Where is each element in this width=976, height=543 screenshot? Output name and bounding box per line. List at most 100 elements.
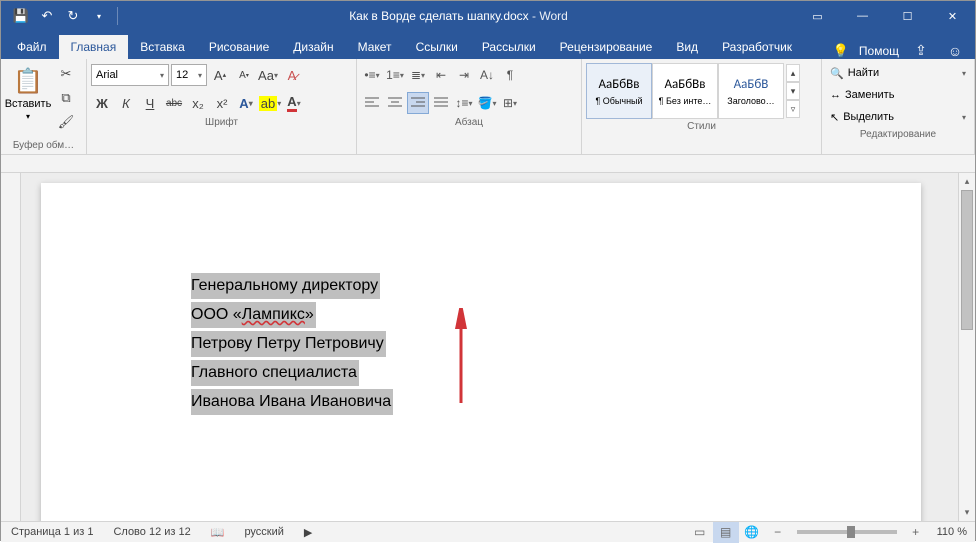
show-marks-icon[interactable]: ¶ [499, 64, 521, 86]
quick-access-toolbar: 💾 ↶ ↻ ▾ [1, 4, 122, 28]
page[interactable]: Генеральному директору ООО «Лампикс» Пет… [41, 183, 921, 521]
save-icon[interactable]: 💾 [9, 4, 33, 28]
format-painter-icon[interactable]: 🖌 [55, 111, 77, 133]
tab-developer[interactable]: Разработчик [710, 35, 804, 59]
change-case-icon[interactable]: Aa▾ [257, 64, 279, 86]
bold-button[interactable]: Ж [91, 92, 113, 114]
group-clipboard: 📋 Вставить ▾ ✂ ⧉ 🖌 Буфер обм… [1, 59, 87, 154]
zoom-slider[interactable] [797, 530, 897, 534]
tell-me-label[interactable]: Помощ [859, 44, 899, 58]
styles-up-icon[interactable]: ▴ [786, 64, 800, 82]
scroll-thumb[interactable] [961, 190, 973, 330]
styles-more-icon[interactable]: ▿ [786, 100, 800, 118]
tab-references[interactable]: Ссылки [404, 35, 470, 59]
status-words[interactable]: Слово 12 из 12 [103, 522, 200, 542]
subscript-button[interactable]: x₂ [187, 92, 209, 114]
font-color-icon[interactable]: A▾ [283, 92, 305, 114]
strike-button[interactable]: abc [163, 92, 185, 114]
status-bar: Страница 1 из 1 Слово 12 из 12 📖 русский… [1, 521, 975, 542]
zoom-value[interactable]: 110 % [929, 526, 975, 538]
status-macro-icon[interactable]: ▶ [294, 522, 322, 542]
align-center-icon[interactable] [384, 92, 406, 114]
tab-draw[interactable]: Рисование [197, 35, 281, 59]
cut-icon[interactable]: ✂ [55, 63, 77, 85]
paste-button[interactable]: 📋 Вставить ▾ [5, 61, 51, 127]
font-size-dropdown[interactable]: 12▾ [171, 64, 207, 86]
tab-home[interactable]: Главная [59, 35, 129, 59]
zoom-thumb[interactable] [847, 526, 855, 538]
numbering-icon[interactable]: 1≡▾ [384, 64, 406, 86]
horizontal-ruler[interactable] [1, 155, 975, 173]
shading-icon[interactable]: 🪣▾ [476, 92, 498, 114]
status-proofing-icon[interactable]: 📖 [201, 522, 235, 542]
spell-error[interactable]: Лампикс [242, 306, 305, 323]
tab-mailings[interactable]: Рассылки [470, 35, 548, 59]
share-icon[interactable]: ⇪ [909, 42, 933, 59]
italic-button[interactable]: К [115, 92, 137, 114]
tab-view[interactable]: Вид [664, 35, 710, 59]
window-controls: ▭ — ☐ ✕ [795, 1, 975, 31]
tab-layout[interactable]: Макет [346, 35, 404, 59]
align-right-icon[interactable] [407, 92, 429, 114]
scroll-up-icon[interactable]: ▴ [959, 173, 975, 190]
ribbon-options-icon[interactable]: ▭ [795, 1, 840, 31]
shrink-font-icon[interactable]: A▾ [233, 64, 255, 86]
sort-icon[interactable]: A↓ [476, 64, 498, 86]
borders-icon[interactable]: ⊞▾ [499, 92, 521, 114]
qat-customize-icon[interactable]: ▾ [87, 4, 111, 28]
status-language[interactable]: русский [234, 522, 293, 542]
decrease-indent-icon[interactable]: ⇤ [430, 64, 452, 86]
copy-icon[interactable]: ⧉ [55, 87, 77, 109]
styles-down-icon[interactable]: ▾ [786, 82, 800, 100]
doc-line-1[interactable]: Генеральному директору [191, 273, 380, 299]
feedback-icon[interactable]: ☺ [943, 43, 967, 59]
multilevel-icon[interactable]: ≣▾ [407, 64, 429, 86]
status-page[interactable]: Страница 1 из 1 [1, 522, 103, 542]
tab-file[interactable]: Файл [5, 35, 59, 59]
style-normal[interactable]: АаБбВв ¶ Обычный [586, 63, 652, 119]
style-heading1[interactable]: АаБбВ Заголово… [718, 63, 784, 119]
view-read-icon[interactable]: ▭ [687, 522, 713, 543]
doc-line-4[interactable]: Главного специалиста [191, 360, 359, 386]
document-area[interactable]: Генеральному директору ООО «Лампикс» Пет… [21, 173, 958, 521]
zoom-out-icon[interactable]: − [765, 522, 791, 543]
superscript-button[interactable]: x² [211, 92, 233, 114]
maximize-icon[interactable]: ☐ [885, 1, 930, 31]
vertical-scrollbar[interactable]: ▴ ▾ [958, 173, 975, 521]
scroll-track[interactable] [959, 190, 975, 504]
grow-font-icon[interactable]: A▴ [209, 64, 231, 86]
scroll-down-icon[interactable]: ▾ [959, 504, 975, 521]
view-web-icon[interactable]: 🌐 [739, 522, 765, 543]
bullets-icon[interactable]: •≡▾ [361, 64, 383, 86]
line-spacing-icon[interactable]: ↕≡▾ [453, 92, 475, 114]
align-left-icon[interactable] [361, 92, 383, 114]
minimize-icon[interactable]: — [840, 1, 885, 31]
select-button[interactable]: ↖ Выделить ▾ [826, 107, 970, 127]
text-effects-icon[interactable]: A▾ [235, 92, 257, 114]
font-name-dropdown[interactable]: Arial▾ [91, 64, 169, 86]
clear-format-icon[interactable]: A̷ [281, 64, 303, 86]
zoom-in-icon[interactable]: + [903, 522, 929, 543]
style-no-spacing[interactable]: АаБбВв ¶ Без инте… [652, 63, 718, 119]
group-styles: АаБбВв ¶ Обычный АаБбВв ¶ Без инте… АаБб… [582, 59, 822, 154]
tab-design[interactable]: Дизайн [281, 35, 345, 59]
replace-button[interactable]: ↔ Заменить [826, 85, 970, 105]
qat-separator [117, 7, 118, 25]
align-justify-icon[interactable] [430, 92, 452, 114]
highlight-icon[interactable]: ab▾ [259, 92, 281, 114]
underline-button[interactable]: Ч [139, 92, 161, 114]
doc-line-5[interactable]: Иванова Ивана Ивановича [191, 389, 393, 415]
close-icon[interactable]: ✕ [930, 1, 975, 31]
doc-line-3[interactable]: Петрову Петру Петровичу [191, 331, 386, 357]
tab-insert[interactable]: Вставка [128, 35, 197, 59]
vertical-ruler[interactable] [1, 173, 21, 521]
doc-line-2[interactable]: ООО «Лампикс» [191, 302, 316, 328]
tell-me-bulb-icon[interactable]: 💡 [833, 43, 849, 59]
find-button[interactable]: 🔍 Найти ▾ [826, 63, 970, 83]
tab-review[interactable]: Рецензирование [548, 35, 665, 59]
view-print-icon[interactable]: ▤ [713, 522, 739, 543]
redo-icon[interactable]: ↻ [61, 4, 85, 28]
increase-indent-icon[interactable]: ⇥ [453, 64, 475, 86]
undo-icon[interactable]: ↶ [35, 4, 59, 28]
workspace: Генеральному директору ООО «Лампикс» Пет… [1, 173, 975, 521]
